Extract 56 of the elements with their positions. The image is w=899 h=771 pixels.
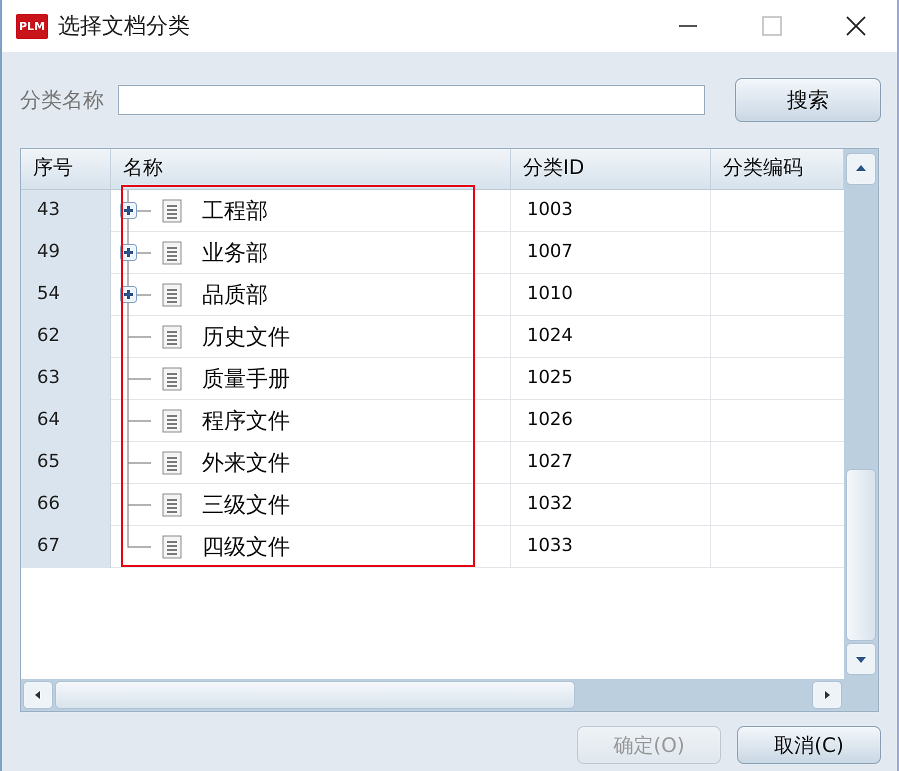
document-icon: [162, 283, 182, 307]
close-icon[interactable]: [845, 15, 867, 37]
document-icon: [162, 241, 182, 265]
category-name[interactable]: 外来文件: [202, 448, 290, 478]
document-icon: [162, 493, 182, 517]
row-number: 63: [21, 358, 111, 400]
row-number: 67: [21, 526, 111, 568]
tree-connector: [127, 400, 152, 442]
table-cell: 1025: [511, 358, 711, 400]
category-name[interactable]: 历史文件: [202, 322, 290, 352]
category-name[interactable]: 四级文件: [202, 532, 290, 562]
field-label: 分类名称: [20, 87, 104, 114]
scroll-down-icon[interactable]: [846, 643, 876, 675]
search-field[interactable]: [118, 85, 705, 115]
scroll-thumb[interactable]: [55, 681, 575, 709]
document-icon: [162, 535, 182, 559]
table-cell: 1032: [511, 484, 711, 526]
row-number: 54: [21, 274, 111, 316]
document-icon: [162, 199, 182, 223]
table-cell: 1003: [511, 190, 711, 232]
search-button[interactable]: 搜索: [735, 78, 881, 122]
scroll-left-icon[interactable]: [23, 681, 53, 709]
tree-connector: [127, 442, 152, 484]
document-icon: [162, 325, 182, 349]
row-number: 49: [21, 232, 111, 274]
table-cell: 1033: [511, 526, 711, 568]
scroll-up-icon[interactable]: [846, 153, 876, 185]
tree-connector: [127, 358, 152, 400]
window-title: 选择文档分类: [58, 13, 190, 41]
scroll-thumb[interactable]: [846, 469, 876, 641]
row-number: 66: [21, 484, 111, 526]
scroll-right-icon[interactable]: [812, 681, 842, 709]
document-icon: [162, 451, 182, 475]
category-name[interactable]: 品质部: [202, 280, 268, 310]
tree-connector: [127, 316, 152, 358]
document-icon: [162, 409, 182, 433]
category-name[interactable]: 程序文件: [202, 406, 290, 436]
row-number: 65: [21, 442, 111, 484]
table-cell: 1024: [511, 316, 711, 358]
table-cell: 1026: [511, 400, 711, 442]
category-name[interactable]: 工程部: [202, 196, 268, 226]
table-cell: 1027: [511, 442, 711, 484]
row-number: 43: [21, 190, 111, 232]
document-icon: [162, 367, 182, 391]
category-name[interactable]: 业务部: [202, 238, 268, 268]
column-header[interactable]: 名称: [111, 149, 511, 189]
row-number: 62: [21, 316, 111, 358]
table-cell: 1007: [511, 232, 711, 274]
category-name[interactable]: 三级文件: [202, 490, 290, 520]
category-name[interactable]: 质量手册: [202, 364, 290, 394]
column-header[interactable]: 分类ID: [511, 149, 711, 189]
cancel-button[interactable]: 取消(C): [737, 726, 881, 764]
table-cell: 1010: [511, 274, 711, 316]
row-number: 64: [21, 400, 111, 442]
app-logo: PLM: [16, 14, 48, 38]
column-header[interactable]: 序号: [21, 149, 111, 189]
